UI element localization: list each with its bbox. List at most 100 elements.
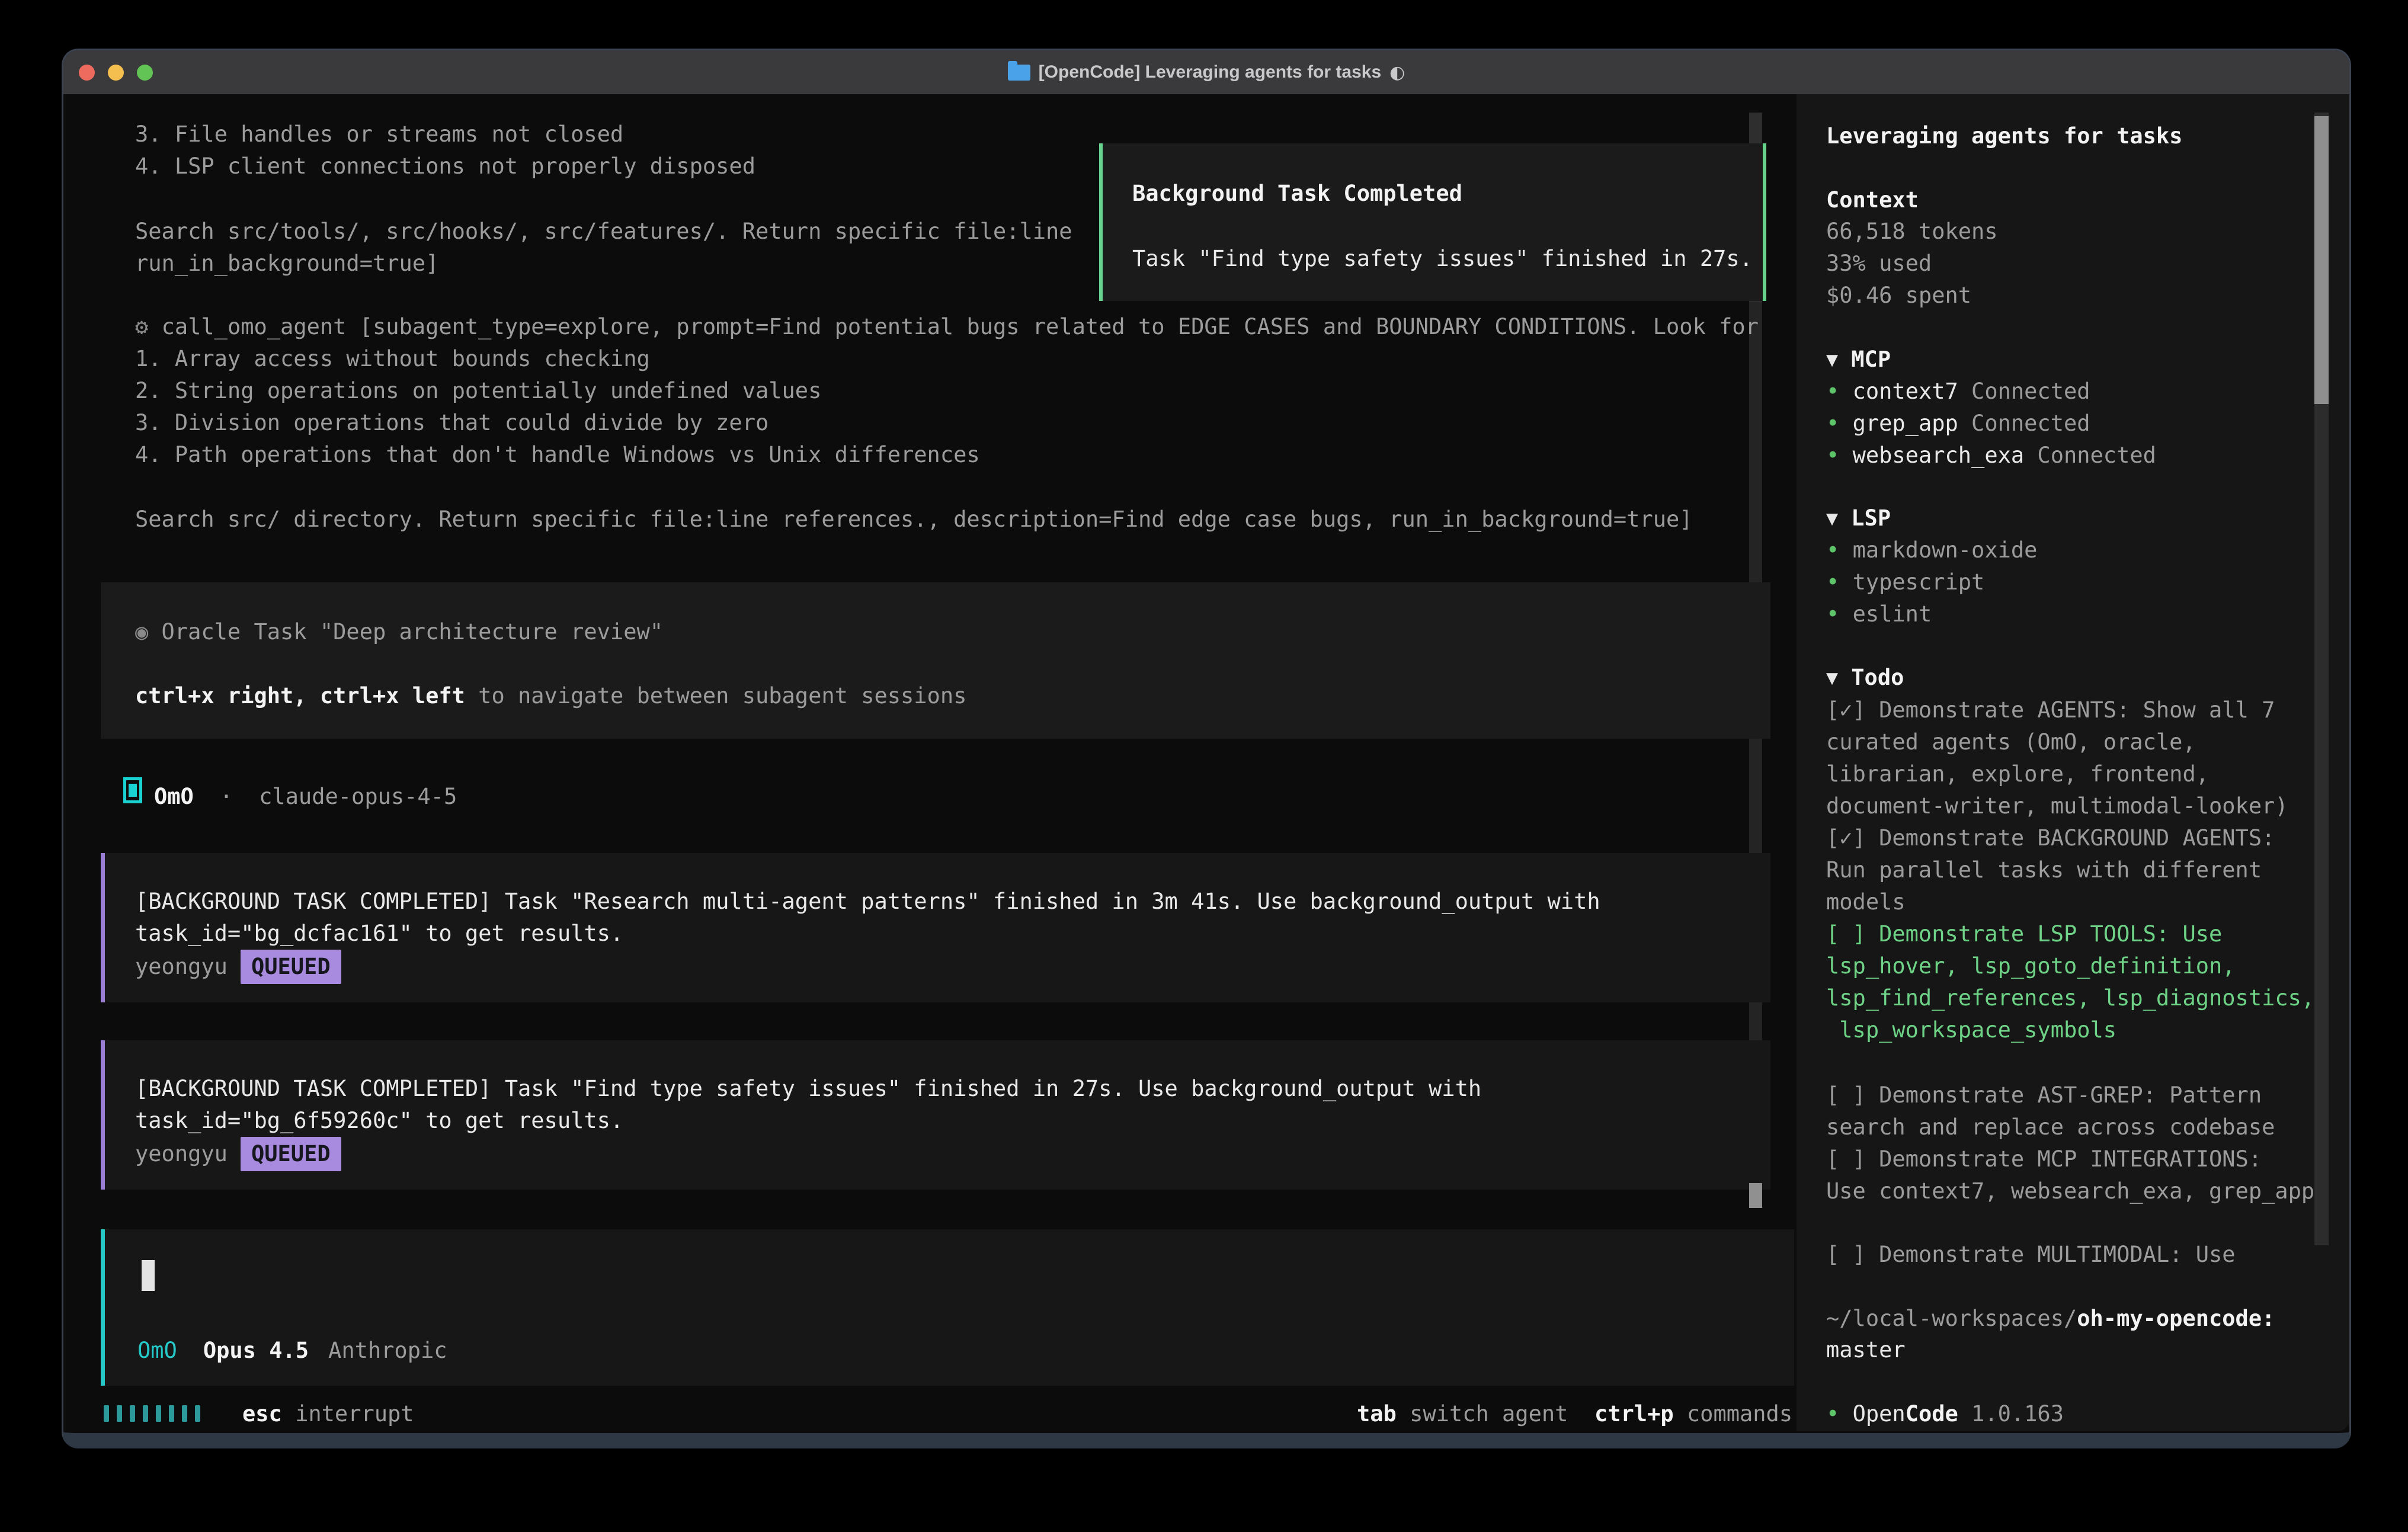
todo-line-active: [ ] Demonstrate LSP TOOLS: Use xyxy=(1826,918,2222,950)
tab-key: tab xyxy=(1357,1401,1397,1427)
mcp-item: • context7 Connected xyxy=(1826,376,2090,408)
todo-line: librarian, explore, frontend, xyxy=(1826,758,2209,790)
lsp-name: typescript xyxy=(1853,569,1985,595)
username: yeongyu xyxy=(135,954,228,979)
todo-line: models xyxy=(1826,886,1906,918)
esc-label: interrupt xyxy=(282,1401,414,1427)
mcp-name: websearch_exa xyxy=(1853,443,2025,468)
oracle-task-card[interactable]: ◉ Oracle Task "Deep architecture review"… xyxy=(101,582,1770,739)
todo-line-active: lsp_hover, lsp_goto_definition, xyxy=(1826,950,2236,982)
todo-section-header[interactable]: ▼ Todo xyxy=(1826,662,1904,694)
agent-model: claude-opus-4-5 xyxy=(259,784,457,809)
background-task-message: [BACKGROUND TASK COMPLETED] Task "Find t… xyxy=(101,1040,1770,1190)
lsp-item: • eslint xyxy=(1826,598,1932,630)
ctrlp-key: ctrl+p xyxy=(1594,1401,1674,1427)
record-icon: ◉ xyxy=(135,619,148,645)
todo-line: [ ] Demonstrate AST-GREP: Pattern xyxy=(1826,1079,2262,1111)
oracle-task-hint: ctrl+x right, ctrl+x left to navigate be… xyxy=(135,680,966,712)
separator-dot: · xyxy=(220,784,233,809)
close-button[interactable] xyxy=(79,65,95,81)
oracle-task-title: ◉ Oracle Task "Deep architecture review" xyxy=(135,616,663,648)
path-prefix: ~/local-workspaces/ xyxy=(1826,1306,2077,1331)
context-spent: $0.46 spent xyxy=(1826,280,1971,312)
message-meta: yeongyu QUEUED xyxy=(135,950,341,984)
workspace-path: ~/local-workspaces/oh-my-opencode: xyxy=(1826,1303,2275,1335)
bullet-icon: • xyxy=(1826,379,1839,404)
ctrlp-label: commands xyxy=(1674,1401,1792,1427)
statusbar-right: tab switch agent ctrl+p commands xyxy=(1357,1398,1792,1430)
hint-rest: to navigate between subagent sessions xyxy=(465,683,966,709)
agent-call-item: 4. Path operations that don't handle Win… xyxy=(135,439,980,471)
bullet-icon: • xyxy=(1826,569,1839,595)
agent-call-line: ⚙ call_omo_agent [subagent_type=explore,… xyxy=(135,311,1759,343)
agent-header: OmO · claude-opus-4-5 xyxy=(154,781,457,813)
title-bar: [OpenCode] Leveraging agents for tasks ◐ xyxy=(63,50,2349,94)
hint-keys: ctrl+x right, ctrl+x left xyxy=(135,683,465,709)
todo-line: [ ] Demonstrate MULTIMODAL: Use xyxy=(1826,1239,2236,1271)
transcript-line: 4. LSP client connections not properly d… xyxy=(135,150,755,182)
message-line: task_id="bg_6f59260c" to get results. xyxy=(135,1105,623,1137)
window-title-text: [OpenCode] Leveraging agents for tasks xyxy=(1039,62,1381,82)
bullet-icon: • xyxy=(1826,411,1839,436)
todo-line: [✓] Demonstrate AGENTS: Show all 7 xyxy=(1826,694,2275,726)
todo-line-active: lsp_workspace_symbols xyxy=(1826,1014,2116,1046)
mcp-name: grep_app xyxy=(1853,411,1958,436)
omo-agent-icon xyxy=(123,777,142,803)
bullet-icon: • xyxy=(1826,537,1839,563)
bullet-icon: • xyxy=(1826,601,1839,627)
gear-icon: ⚙ xyxy=(135,314,148,339)
minimize-button[interactable] xyxy=(108,65,124,81)
agent-call-tail: Search src/ directory. Return specific f… xyxy=(135,504,1693,536)
todo-line: Use context7, websearch_exa, grep_app xyxy=(1826,1175,2314,1207)
notification-title: Background Task Completed xyxy=(1132,178,1462,210)
agent-call-text: call_omo_agent [subagent_type=explore, p… xyxy=(162,314,1759,339)
half-moon-icon: ◐ xyxy=(1389,62,1405,83)
lsp-section-header[interactable]: ▼ LSP xyxy=(1826,502,1891,535)
mcp-name: context7 xyxy=(1853,379,1958,404)
background-task-message: [BACKGROUND TASK COMPLETED] Task "Resear… xyxy=(101,853,1770,1002)
esc-key: esc xyxy=(242,1401,282,1427)
notification-toast: Background Task Completed Task "Find typ… xyxy=(1099,143,1766,301)
message-meta: yeongyu QUEUED xyxy=(135,1137,341,1171)
todo-line-active: lsp_find_references, lsp_diagnostics, xyxy=(1826,982,2314,1014)
window-title: [OpenCode] Leveraging agents for tasks ◐ xyxy=(1008,62,1405,83)
input-status-row: OmOOpus 4.5Anthropic xyxy=(137,1335,447,1367)
repo-name: oh-my-opencode: xyxy=(2077,1306,2275,1331)
prompt-input[interactable]: OmOOpus 4.5Anthropic xyxy=(101,1229,1794,1386)
statusbar-left: esc interrupt xyxy=(242,1398,414,1430)
model-name: Opus 4.5 xyxy=(203,1338,309,1363)
agent-name: OmO xyxy=(154,784,194,809)
lsp-item: • markdown-oxide xyxy=(1826,534,2037,566)
branch-name: master xyxy=(1826,1334,1906,1366)
queued-badge: QUEUED xyxy=(241,950,341,984)
queued-badge: QUEUED xyxy=(241,1137,341,1171)
message-line: [BACKGROUND TASK COMPLETED] Task "Resear… xyxy=(135,886,1600,918)
mcp-section-header[interactable]: ▼ MCP xyxy=(1826,344,1891,376)
session-title: Leveraging agents for tasks xyxy=(1826,120,2182,152)
message-line: [BACKGROUND TASK COMPLETED] Task "Find t… xyxy=(135,1073,1481,1105)
lsp-item: • typescript xyxy=(1826,566,1984,598)
folder-icon xyxy=(1008,65,1030,81)
chevron-down-icon: ▼ xyxy=(1826,351,1838,369)
todo-line: search and replace across codebase xyxy=(1826,1111,2275,1143)
text-cursor xyxy=(142,1260,155,1291)
zoom-button[interactable] xyxy=(137,65,153,81)
sidebar-scrollbar-thumb[interactable] xyxy=(2314,116,2329,404)
provider-name: Anthropic xyxy=(328,1338,447,1363)
bullet-icon: • xyxy=(1826,1401,1839,1427)
username: yeongyu xyxy=(135,1141,228,1166)
transcript-line: Search src/tools/, src/hooks/, src/featu… xyxy=(135,216,1072,248)
app-name: Open xyxy=(1853,1401,1906,1427)
message-line: task_id="bg_dcfac161" to get results. xyxy=(135,918,623,950)
context-tokens: 66,518 tokens xyxy=(1826,216,1998,248)
bullet-icon: • xyxy=(1826,443,1839,468)
app-name-bold: Code xyxy=(1906,1401,1958,1427)
todo-line: [ ] Demonstrate MCP INTEGRATIONS: xyxy=(1826,1143,2262,1175)
transcript-line: run_in_background=true] xyxy=(135,248,438,280)
main-scrollbar-thumb[interactable] xyxy=(1749,1183,1762,1208)
lsp-name: markdown-oxide xyxy=(1853,537,2038,563)
todo-line: document-writer, multimodal-looker) xyxy=(1826,790,2288,822)
agent-call-item: 1. Array access without bounds checking xyxy=(135,343,650,375)
app-version: 1.0.163 xyxy=(1958,1401,2064,1427)
traffic-lights xyxy=(79,65,153,81)
